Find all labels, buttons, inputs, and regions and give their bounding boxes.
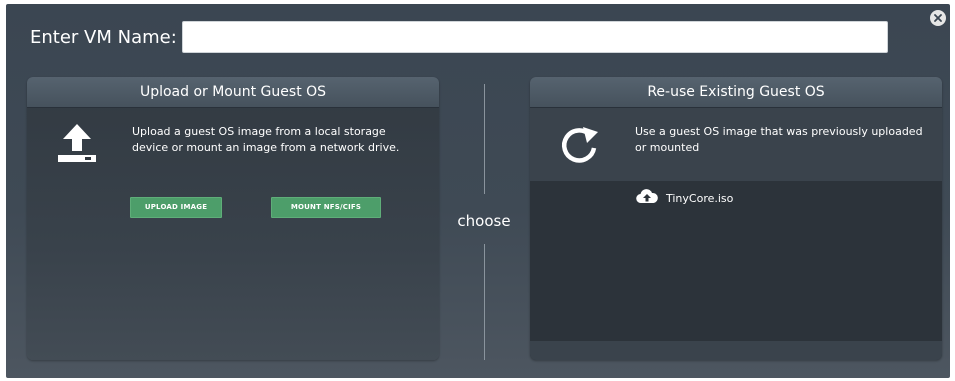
separator-line-top	[484, 84, 485, 194]
guest-os-image-list: TinyCore.iso	[530, 181, 942, 341]
reuse-existing-description: Use a guest OS image that was previously…	[635, 125, 923, 154]
image-name: TinyCore.iso	[666, 191, 734, 205]
close-icon[interactable]	[930, 10, 946, 26]
list-item[interactable]: TinyCore.iso	[636, 189, 733, 207]
reuse-existing-panel: Re-use Existing Guest OS Use a guest OS …	[530, 77, 942, 360]
reuse-existing-panel-footer	[530, 341, 942, 360]
upload-mount-description: Upload a guest OS image from a local sto…	[132, 125, 400, 154]
upload-mount-info: Upload a guest OS image from a local sto…	[27, 108, 439, 182]
vm-name-input[interactable]	[182, 21, 888, 53]
reuse-existing-info: Use a guest OS image that was previously…	[530, 108, 942, 182]
refresh-icon	[560, 124, 600, 170]
choose-label: choose	[457, 212, 511, 230]
mount-nfs-cifs-button[interactable]: MOUNT NFS/CIFS	[271, 197, 381, 218]
upload-mount-panel-title: Upload or Mount Guest OS	[27, 77, 439, 108]
upload-mount-panel: Upload or Mount Guest OS Upload a guest …	[27, 77, 439, 360]
reuse-existing-panel-title: Re-use Existing Guest OS	[530, 77, 942, 108]
cloud-upload-icon	[636, 189, 658, 207]
vm-name-label: Enter VM Name:	[30, 27, 177, 48]
upload-image-button[interactable]: UPLOAD IMAGE	[130, 197, 222, 218]
vm-create-dialog: Enter VM Name: Upload or Mount Guest OS …	[6, 4, 950, 378]
separator-line-bottom	[484, 244, 485, 360]
upload-icon	[57, 122, 97, 170]
